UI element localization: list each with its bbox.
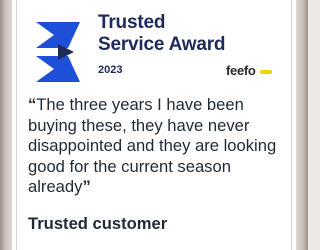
review-text: The three years I have been buying these…	[28, 95, 277, 196]
left-edge-shadow	[0, 0, 12, 250]
close-quote-mark: ”	[82, 177, 91, 196]
award-year: 2023	[98, 64, 123, 76]
award-title-line1: Trusted	[98, 12, 166, 33]
trusted-service-award-badge: Trusted Service Award 2023 feefo	[34, 12, 284, 86]
right-edge-shadow	[296, 0, 308, 250]
feefo-trusted-mark-icon	[36, 22, 80, 82]
award-title-line2: Service Award	[98, 34, 226, 55]
feefo-logo-accent	[260, 70, 272, 74]
review-quote: “The three years I have been buying thes…	[28, 95, 294, 198]
feefo-logo: feefo	[226, 63, 256, 78]
review-card: Trusted Service Award 2023 feefo “The th…	[12, 0, 296, 250]
award-title: Trusted Service Award	[98, 12, 226, 56]
review-author: Trusted customer	[28, 214, 168, 233]
